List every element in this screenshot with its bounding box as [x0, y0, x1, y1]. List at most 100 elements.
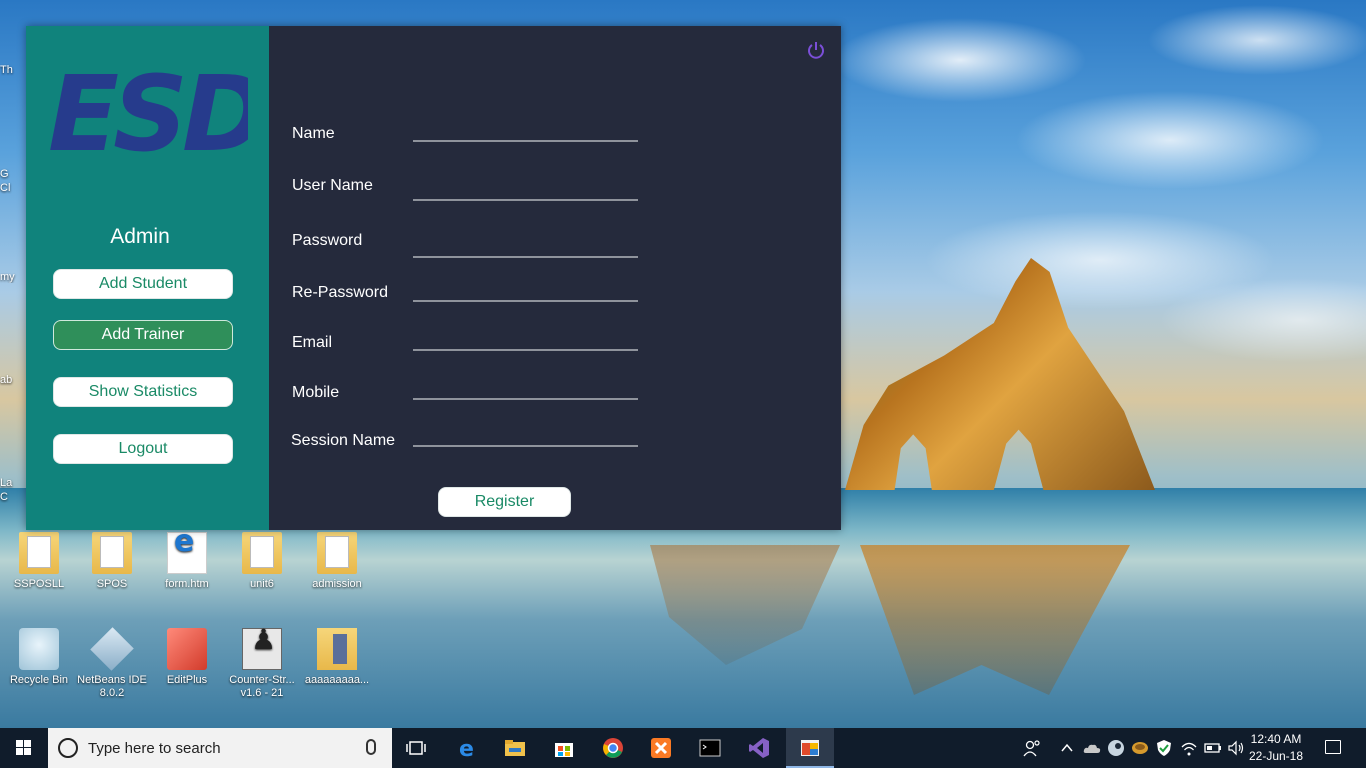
- email-underline: [413, 349, 638, 351]
- folder-icon: [317, 532, 357, 574]
- taskbar-file-explorer[interactable]: [491, 728, 539, 768]
- taskbar-store[interactable]: [540, 728, 588, 768]
- desktop-icon-label: NetBeans IDE 8.0.2: [77, 674, 147, 699]
- show-statistics-button[interactable]: Show Statistics: [53, 377, 233, 407]
- mobile-field[interactable]: [413, 372, 638, 398]
- session-name-label: Session Name: [291, 432, 396, 449]
- chevron-up-icon[interactable]: [1060, 739, 1074, 757]
- xampp-icon: [651, 738, 671, 758]
- desktop-icon-label: admission: [312, 578, 362, 590]
- wifi-icon[interactable]: [1180, 739, 1198, 757]
- people-icon[interactable]: [1022, 739, 1042, 757]
- folder-icon: [92, 532, 132, 574]
- taskbar-search[interactable]: Type here to search: [48, 728, 392, 768]
- desktop-icon-recycle-bin[interactable]: Recycle Bin: [0, 628, 78, 687]
- edge-html-file-icon: [167, 532, 207, 574]
- re-password-field[interactable]: [413, 274, 638, 300]
- app-window: ESD Admin Add Student Add Trainer Show S…: [26, 26, 841, 530]
- desktop-icon-netbeans[interactable]: NetBeans IDE 8.0.2: [73, 627, 151, 700]
- register-button[interactable]: Register: [438, 487, 571, 517]
- name-field[interactable]: [413, 114, 638, 140]
- command-prompt-icon: [699, 739, 721, 757]
- mobile-label: Mobile: [292, 384, 340, 401]
- desktop-partial-label[interactable]: La: [0, 477, 26, 489]
- re-password-label: Re-Password: [292, 284, 389, 301]
- email-field[interactable]: [413, 323, 638, 349]
- re-password-underline: [413, 300, 638, 302]
- clock-time: 12:40 AM: [1250, 732, 1302, 746]
- name-label: Name: [292, 125, 335, 142]
- desktop-partial-label[interactable]: Th: [0, 64, 26, 76]
- email-label: Email: [292, 334, 333, 351]
- steam-icon[interactable]: [1107, 739, 1125, 757]
- taskbar-edge[interactable]: e: [443, 728, 491, 768]
- editplus-icon: [167, 628, 207, 670]
- password-underline: [413, 256, 638, 258]
- add-student-button[interactable]: Add Student: [53, 269, 233, 299]
- security-shield-icon[interactable]: [1155, 739, 1173, 757]
- taskbar-app-window[interactable]: [786, 728, 834, 768]
- desktop-icon-label: aaaaaaaaa...: [304, 674, 370, 686]
- desktop-icon-editplus[interactable]: EditPlus: [148, 628, 226, 687]
- desktop-icon-label: form.htm: [165, 578, 209, 590]
- taskbar: Type here to search e 12:40 AM 22-Jun-18: [0, 728, 1366, 768]
- app-window-icon: [801, 740, 819, 756]
- netbeans-icon: [90, 627, 134, 671]
- desktop-partial-label[interactable]: G: [0, 168, 26, 180]
- power-icon[interactable]: [806, 40, 826, 60]
- chrome-icon: [603, 738, 623, 758]
- search-placeholder: Type here to search: [88, 740, 221, 757]
- session-name-field[interactable]: [413, 419, 638, 445]
- password-field[interactable]: [413, 230, 638, 256]
- name-underline: [413, 140, 638, 142]
- zip-folder-icon: [317, 628, 357, 670]
- taskbar-clock[interactable]: 12:40 AM 22-Jun-18: [1246, 731, 1306, 765]
- counter-strike-icon: [242, 628, 282, 670]
- folder-icon: [242, 532, 282, 574]
- desktop-partial-label[interactable]: C: [0, 491, 26, 503]
- desktop-icon-counter-strike[interactable]: Counter-Str... v1.6 - 21: [223, 628, 301, 700]
- desktop-icon-label: SSPOSLL: [13, 578, 65, 590]
- user-name-underline: [413, 199, 638, 201]
- desktop-icon-form-htm[interactable]: form.htm: [148, 532, 226, 591]
- logout-button[interactable]: Logout: [53, 434, 233, 464]
- desktop-icon-ssposll[interactable]: SSPOSLL: [0, 532, 78, 591]
- microphone-icon[interactable]: [366, 739, 376, 755]
- task-view-button[interactable]: [392, 728, 440, 768]
- desktop-icon-spos[interactable]: SPOS: [73, 532, 151, 591]
- recycle-bin-icon: [19, 628, 59, 670]
- desktop-icon-admission[interactable]: admission: [298, 532, 376, 591]
- taskbar-chrome[interactable]: [589, 728, 637, 768]
- file-explorer-icon: [505, 740, 525, 756]
- clock-date: 22-Jun-18: [1248, 749, 1304, 763]
- taskbar-xampp[interactable]: [637, 728, 685, 768]
- app-tray-icon[interactable]: [1131, 739, 1149, 757]
- desktop-icon-label: Counter-Str... v1.6 - 21: [229, 674, 295, 699]
- desktop-icon-label: Recycle Bin: [9, 674, 69, 686]
- folder-icon: [19, 532, 59, 574]
- desktop-icon-unit6[interactable]: unit6: [223, 532, 301, 591]
- taskbar-command-prompt[interactable]: [686, 728, 734, 768]
- desktop-icon-label: unit6: [250, 578, 274, 590]
- action-center-icon[interactable]: [1325, 740, 1341, 754]
- user-name-field[interactable]: [413, 173, 638, 199]
- store-icon: [555, 743, 573, 757]
- start-button[interactable]: [0, 728, 48, 768]
- desktop-partial-label[interactable]: my: [0, 271, 26, 283]
- add-trainer-button[interactable]: Add Trainer: [53, 320, 233, 350]
- battery-icon[interactable]: [1203, 739, 1223, 757]
- onedrive-icon[interactable]: [1083, 739, 1101, 757]
- desktop-partial-label[interactable]: Cl: [0, 182, 26, 194]
- password-label: Password: [292, 232, 363, 249]
- desktop-icon-archive[interactable]: aaaaaaaaa...: [298, 628, 376, 687]
- session-name-underline: [413, 445, 638, 447]
- visual-studio-icon: [749, 738, 769, 758]
- user-name-label: User Name: [292, 177, 373, 194]
- mobile-underline: [413, 398, 638, 400]
- taskbar-visual-studio[interactable]: [735, 728, 783, 768]
- volume-icon[interactable]: [1227, 739, 1245, 757]
- esd-logo: ESD: [48, 64, 248, 166]
- desktop-partial-label[interactable]: ab: [0, 374, 26, 386]
- cortana-icon: [58, 738, 78, 758]
- edge-icon: e: [459, 737, 474, 759]
